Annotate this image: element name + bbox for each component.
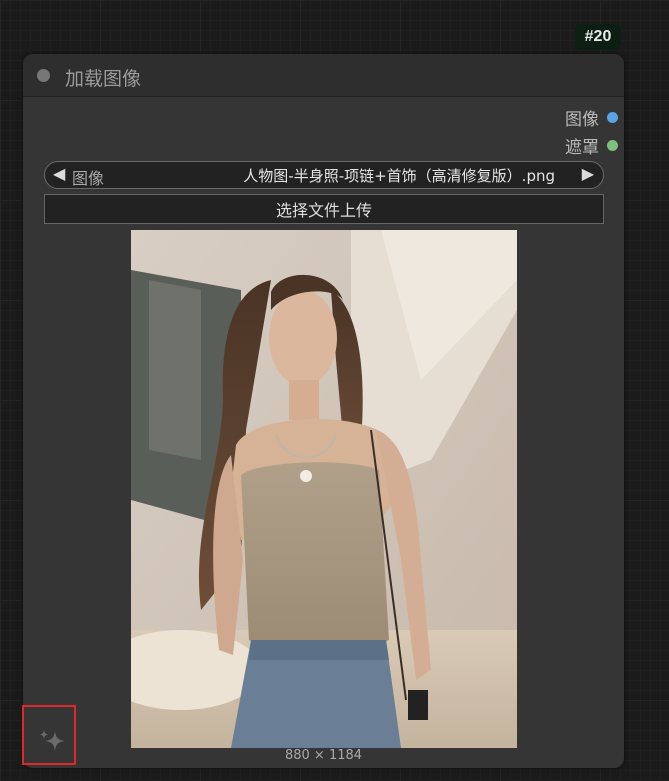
combo-value[interactable]: 人物图-半身照-项链+首饰（高清修复版）.png — [243, 165, 555, 186]
load-image-node[interactable]: 加载图像 图像 遮罩 ◀ 图像 人物图-半身照-项链+首饰（高清修复版）.png… — [23, 54, 624, 768]
node-header[interactable]: 加载图像 — [23, 54, 624, 97]
output-slot-image[interactable]: 图像 — [565, 106, 618, 130]
image-size-label: 880 × 1184 — [284, 748, 363, 763]
next-arrow-icon[interactable]: ▶ — [582, 164, 594, 183]
output-label-mask: 遮罩 — [565, 137, 599, 158]
output-slot-mask[interactable]: 遮罩 — [565, 134, 618, 158]
status-dot-icon[interactable] — [37, 69, 50, 82]
image-preview — [131, 230, 517, 748]
image-combo-widget[interactable]: ◀ 图像 人物图-半身照-项链+首饰（高清修复版）.png ▶ — [44, 161, 604, 189]
sparkle-icon[interactable] — [38, 727, 68, 755]
output-dot-mask-icon[interactable] — [607, 139, 618, 151]
output-dot-image-icon[interactable] — [607, 111, 618, 123]
prev-arrow-icon[interactable]: ◀ — [53, 164, 65, 183]
upload-file-button[interactable]: 选择文件上传 — [44, 194, 604, 224]
node-id-badge: #20 — [575, 24, 621, 50]
combo-name-label: 图像 — [72, 169, 105, 188]
node-title: 加载图像 — [65, 68, 142, 90]
output-label-image: 图像 — [565, 109, 599, 130]
